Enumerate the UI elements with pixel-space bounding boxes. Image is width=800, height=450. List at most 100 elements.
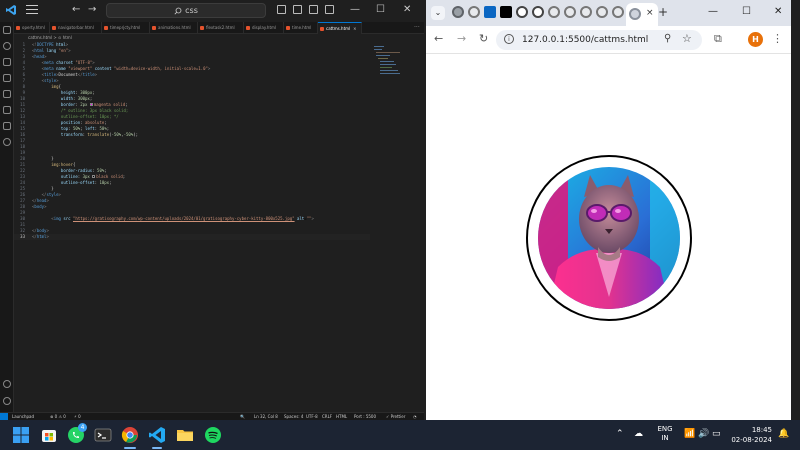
spotify-icon[interactable] [204,426,222,444]
reload-icon[interactable]: ↻ [479,32,488,46]
tab-favicon-icon[interactable] [596,6,608,18]
tab-animations[interactable]: animations.html [150,22,198,34]
close-icon[interactable]: ✕ [403,3,411,17]
cursor-position[interactable]: Ln 32, Col 8 [254,413,278,420]
more-actions-icon[interactable]: ··· [406,22,424,34]
tab-favicon-icon[interactable] [468,6,480,18]
maximize-icon[interactable]: ☐ [376,3,385,17]
color-swatch-icon[interactable] [89,103,93,106]
site-info-icon[interactable]: i [504,34,514,44]
bookmark-star-icon[interactable]: ☆ [682,32,692,45]
maximize-icon[interactable]: ☐ [742,5,751,19]
volume-icon[interactable]: 🔊 [698,428,709,440]
forward-arrow-icon[interactable]: → [88,4,96,16]
settings-gear-icon[interactable] [3,397,11,405]
back-arrow-icon[interactable]: ← [72,4,80,16]
run-debug-icon[interactable] [3,74,11,82]
line-endings[interactable]: CRLF [322,413,332,420]
cloud-offline-icon[interactable]: ☁ [634,428,643,440]
html-file-icon [246,26,250,30]
code-editor[interactable]: 1 <!DOCTYPE html> 2 <html lang="en"> 3 <hea… [14,42,370,412]
source-control-icon[interactable] [3,58,11,66]
system-clock[interactable]: 18:45 02-08-2024 [730,425,772,445]
search-icon[interactable] [3,42,11,50]
minimize-icon[interactable]: — [350,3,360,17]
back-arrow-icon[interactable]: ← [434,32,443,46]
notifications-icon[interactable]: ◔ [413,413,417,420]
chatgpt-tab-icon[interactable] [532,6,544,18]
tab-favicon-icon[interactable] [612,6,624,18]
battery-icon[interactable]: ▭ [712,428,721,440]
customize-layout-icon[interactable] [325,5,334,14]
whatsapp-icon[interactable]: 4 [67,423,87,444]
remote-explorer-icon[interactable] [3,106,11,114]
bell-icon[interactable]: 🔍 [240,413,245,420]
tab-timeprjcty[interactable]: timeprjcty.html [102,22,150,34]
chatgpt-tab-icon[interactable] [516,6,528,18]
activity-bar [0,22,14,412]
tab-favicon-icon[interactable] [580,6,592,18]
close-tab-icon[interactable]: × [353,26,356,31]
language-indicator[interactable]: ENG IN [656,425,674,443]
vscode-window: ← → css — ☐ ✕ operty.html navigatorbar.h… [0,0,424,421]
prettier-status[interactable]: ✓ Prettier [386,413,405,420]
accounts-icon[interactable] [3,380,11,388]
toggle-secondary-sidebar-icon[interactable] [309,5,318,14]
kebab-menu-icon[interactable]: ⋮ [772,32,783,46]
launchpad-status[interactable]: Launchpad [12,413,34,420]
extensions-icon[interactable]: ⧉ [714,32,722,46]
terminal-icon[interactable] [94,426,112,444]
breadcrumb[interactable]: cattms.html > ⊙ html [28,35,72,41]
tab-display[interactable]: display.html [244,22,284,34]
close-icon[interactable]: ✕ [774,5,782,19]
tab-property[interactable]: operty.html [14,22,50,34]
active-tab[interactable]: × [626,3,658,26]
live-server-port[interactable]: Port : 5500 [354,413,376,420]
testing-icon[interactable] [3,122,11,130]
tab-favicon-icon[interactable] [564,6,576,18]
tab-cattms[interactable]: cattms.html × [318,22,362,34]
chevron-down-icon[interactable]: ⌄ [431,6,445,20]
chrome-icon[interactable] [121,426,139,444]
encoding[interactable]: UTF-8 [306,413,318,420]
chatgpt-tab-icon[interactable] [500,6,512,18]
forward-arrow-icon[interactable]: → [457,32,466,46]
menu-icon[interactable] [26,5,38,15]
profile-avatar[interactable]: H [748,32,763,47]
problems-status[interactable]: ⊗ 0 ⚠ 0 [50,413,66,420]
tab-favicon-icon[interactable] [548,6,560,18]
tab-flextask2[interactable]: flextask2.html [198,22,244,34]
command-center-search[interactable]: css [106,3,266,18]
html-file-icon [16,26,20,30]
ports-status[interactable]: ⚡ 0 [74,413,81,420]
extensions-icon[interactable] [3,90,11,98]
minimize-icon[interactable]: — [708,5,718,19]
cyber-kitty-image[interactable] [538,167,680,309]
new-tab-button[interactable]: + [658,5,668,19]
linkedin-tab-icon[interactable] [484,6,496,18]
tab-favicon-icon[interactable] [452,6,464,18]
zoom-icon[interactable]: ⚲ [664,33,671,44]
explorer-icon[interactable] [3,26,11,34]
color-swatch-icon[interactable] [92,175,96,178]
tab-time[interactable]: time.html [284,22,318,34]
html-file-icon [320,27,324,31]
minimap[interactable] [370,42,418,412]
notification-bell-icon[interactable]: 🔔 [778,428,789,440]
indentation[interactable]: Spaces: 4 [284,413,303,420]
wifi-icon[interactable]: 📶 [684,428,695,440]
chevron-up-icon[interactable]: ⌃ [616,428,624,440]
language-mode[interactable]: HTML [336,413,347,420]
address-bar[interactable]: i 127.0.0.1:5500/cattms.html ⚲ ☆ [496,30,702,50]
microsoft-store-icon[interactable] [40,426,58,444]
windows-start-icon[interactable] [12,426,30,444]
url-text[interactable]: 127.0.0.1:5500/cattms.html [522,33,648,47]
toggle-panel-icon[interactable] [293,5,302,14]
toggle-primary-sidebar-icon[interactable] [277,5,286,14]
file-explorer-icon[interactable] [176,426,194,444]
tab-navigatorbar[interactable]: navigatorbar.html [50,22,102,34]
close-tab-icon[interactable]: × [646,7,654,19]
live-share-icon[interactable] [3,138,11,146]
desktop: ← → css — ☐ ✕ operty.html navigatorbar.h… [0,0,800,450]
vscode-taskbar-icon[interactable] [148,426,166,444]
